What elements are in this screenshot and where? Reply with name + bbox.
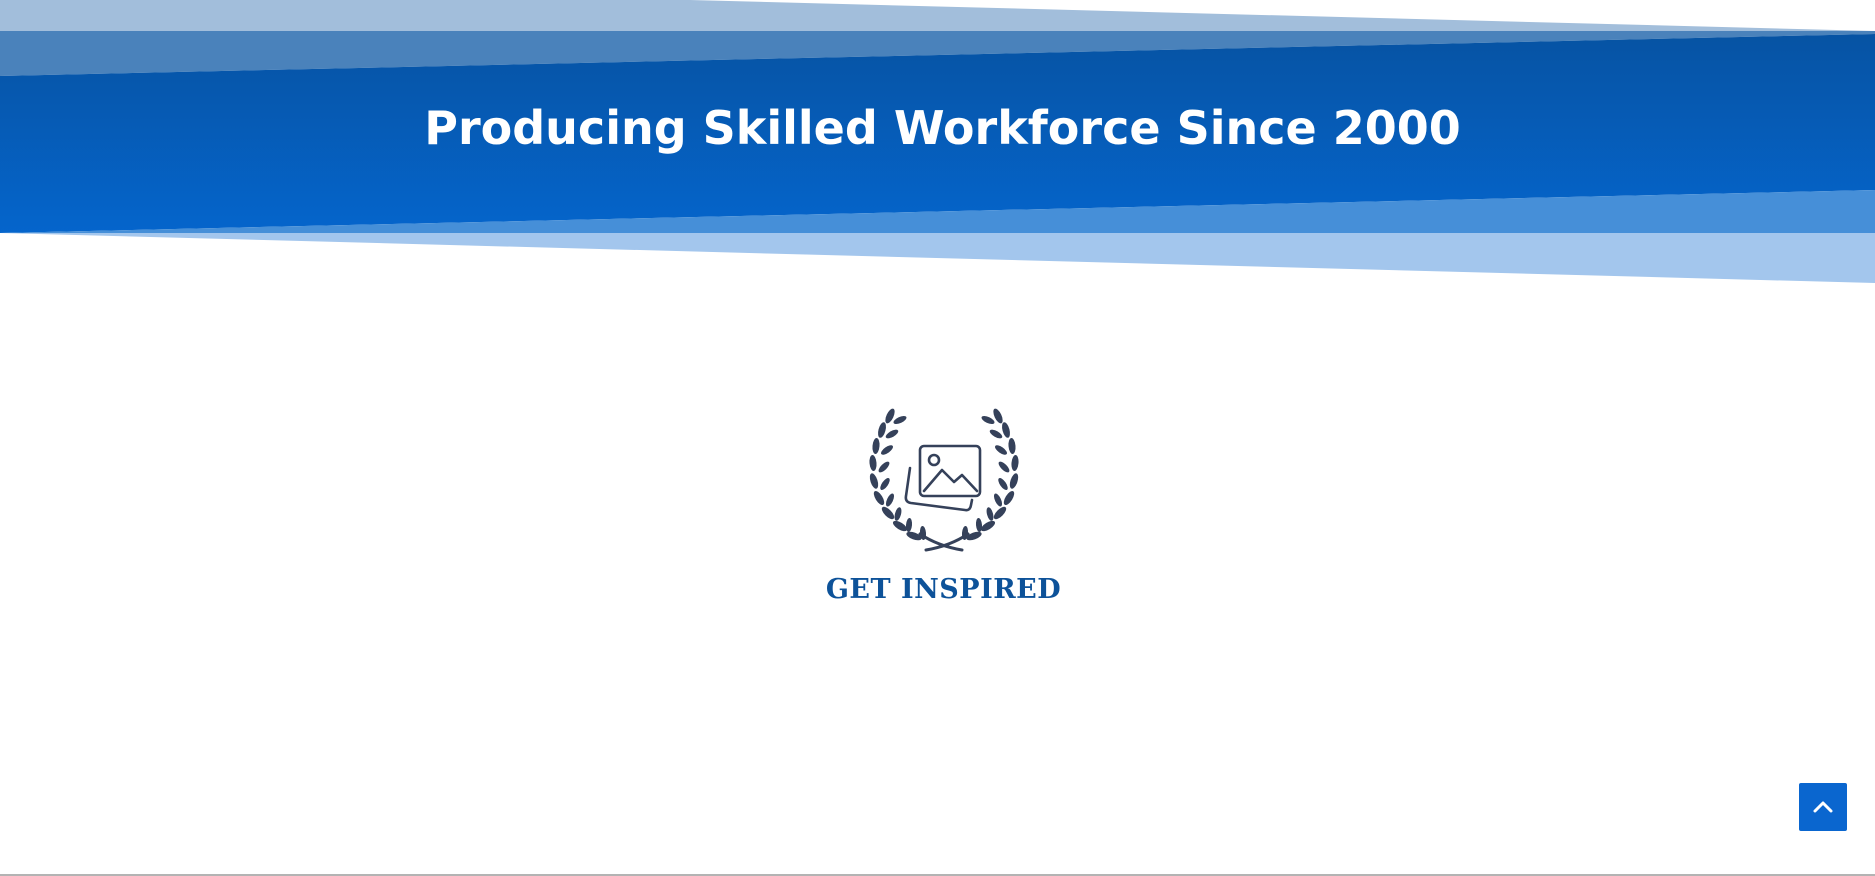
scroll-to-top-button[interactable] xyxy=(1799,783,1847,831)
chevron-up-icon xyxy=(1813,801,1833,813)
get-inspired-heading: GET INSPIRED xyxy=(825,574,1062,605)
hero-title: Producing Skilled Workforce Since 2000 xyxy=(424,101,1461,155)
hero-banner: Producing Skilled Workforce Since 2000 xyxy=(0,0,1875,290)
laurel-image-icon xyxy=(864,406,1024,552)
